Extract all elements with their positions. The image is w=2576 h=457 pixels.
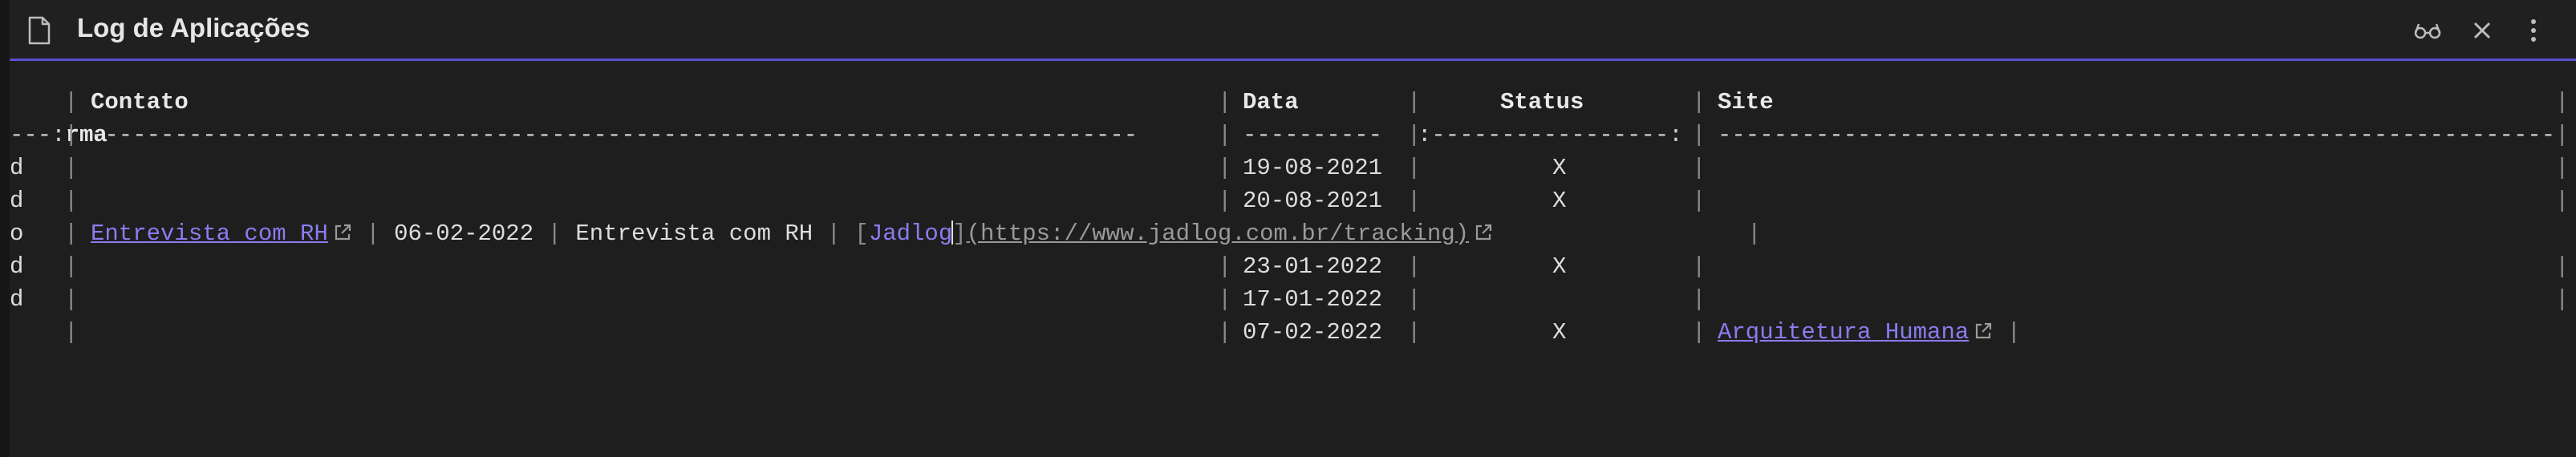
md-link-text: Jadlog (868, 220, 953, 247)
more-options-icon[interactable] (2517, 14, 2550, 47)
file-icon (27, 16, 51, 45)
external-link-icon (333, 220, 352, 241)
table-row: d (10, 155, 24, 181)
align-forma: ---: (10, 122, 66, 148)
page-title: Log de Aplicações (77, 13, 310, 42)
view-header: Log de Aplicações (10, 0, 2576, 61)
reading-view-icon[interactable] (2412, 14, 2444, 47)
row-date: 17-01-2022 (1243, 286, 1383, 313)
row-status: X (1552, 253, 1567, 280)
raw-date: 06-02-2022 (394, 220, 534, 247)
site-cell: Arquitetura Humana | (1718, 318, 2022, 346)
table-row: d (10, 253, 24, 280)
row-status: X (1552, 155, 1567, 181)
row-status: X (1552, 188, 1567, 214)
row-date: 07-02-2022 (1243, 319, 1383, 346)
left-edge (0, 0, 10, 457)
row-date: 19-08-2021 (1243, 155, 1383, 181)
contact-link[interactable]: Entrevista com RH (91, 220, 328, 247)
header-site: Site (1718, 89, 1774, 115)
row-status: X (1552, 319, 1567, 346)
close-icon[interactable] (2466, 14, 2498, 47)
header-status: Status (1500, 89, 1584, 115)
table-row: d (10, 286, 24, 313)
table-row: o (10, 220, 24, 247)
table-row: d (10, 188, 24, 214)
table-row: | (64, 319, 79, 346)
row-date: 20-08-2021 (1243, 188, 1383, 214)
align-status: :-----------------: (1418, 122, 1683, 148)
raw-row-line[interactable]: Entrevista com RH | 06-02-2022 | Entrevi… (91, 217, 1493, 250)
external-link-icon (1474, 220, 1493, 241)
header-data: Data (1243, 89, 1299, 115)
align-contato: ----------------------------------------… (91, 122, 1138, 148)
header-contato: Contato (91, 89, 189, 115)
md-link-url[interactable]: (https://www.jadlog.com.br/tracking) (967, 220, 1470, 247)
external-link-icon (1974, 318, 1993, 339)
row-date: 23-01-2022 (1243, 253, 1383, 280)
editor-content[interactable]: rma | Contato | Data | Status | Site | -… (10, 61, 2576, 457)
raw-text: Entrevista com RH (575, 220, 813, 247)
align-site: ----------------------------------------… (1718, 122, 2552, 148)
site-link[interactable]: Arquitetura Humana (1718, 319, 1969, 346)
align-data: ---------- (1243, 122, 1383, 148)
